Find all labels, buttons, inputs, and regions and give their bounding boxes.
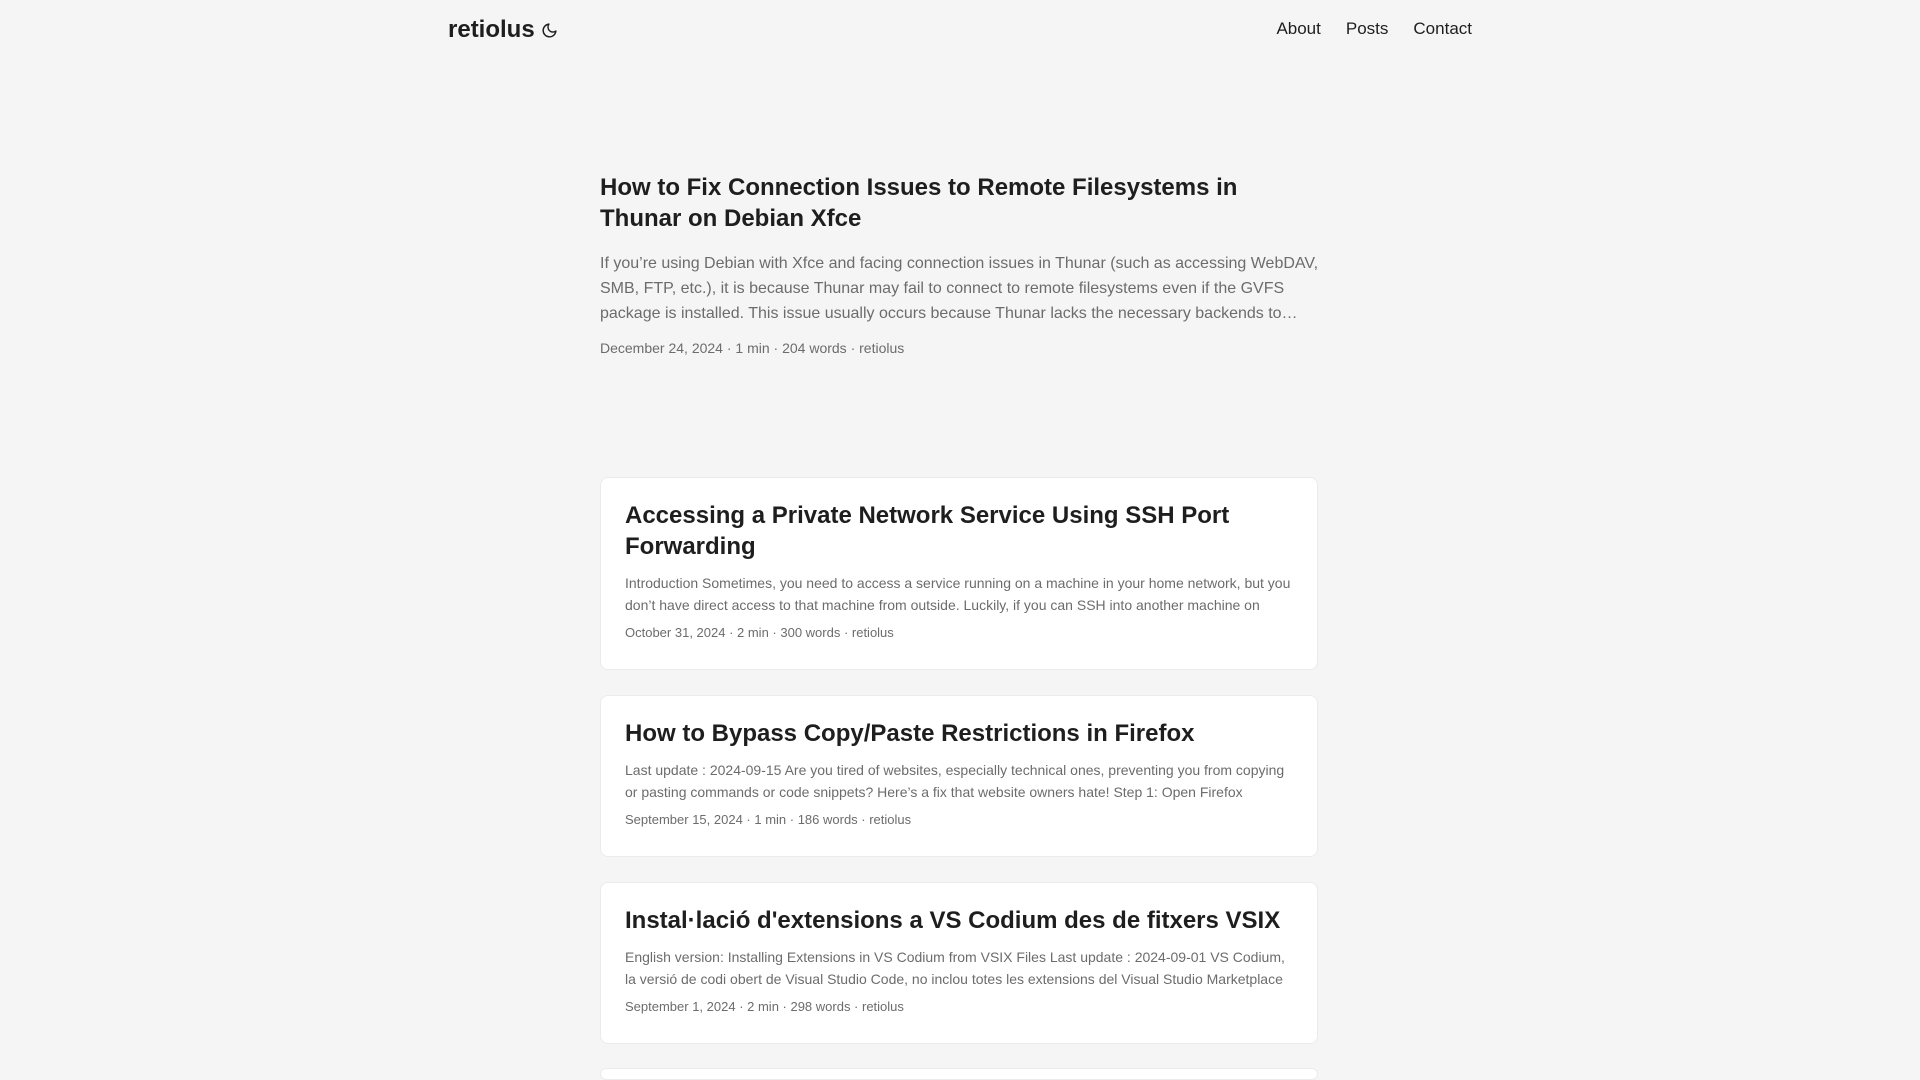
post-card[interactable]: Instal·lació d'extensions a VS Codium de… <box>600 882 1318 1044</box>
post-summary: English version: Installing Extensions i… <box>625 949 1285 987</box>
post-meta: September 15, 2024 · 1 min · 186 words ·… <box>625 812 912 827</box>
site-logo[interactable]: retiolus <box>448 14 535 46</box>
post-card[interactable] <box>600 1068 1318 1080</box>
post-meta: October 31, 2024 · 2 min · 300 words · r… <box>625 625 894 640</box>
nav-contact[interactable]: Contact <box>1413 18 1472 40</box>
post-title[interactable]: How to Bypass Copy/Paste Restrictions in… <box>625 718 1293 749</box>
site-header: retiolus About Posts Contact <box>0 0 1920 60</box>
main-nav: About Posts Contact <box>1276 18 1472 40</box>
nav-posts[interactable]: Posts <box>1346 18 1389 40</box>
moon-icon[interactable] <box>538 19 560 41</box>
post-meta: December 24, 2024 · 1 min · 204 words · … <box>600 340 905 356</box>
post-title[interactable]: Instal·lació d'extensions a VS Codium de… <box>625 905 1293 936</box>
post-title[interactable]: How to Fix Connection Issues to Remote F… <box>600 172 1320 234</box>
nav-about[interactable]: About <box>1276 18 1320 40</box>
post-summary: Last update : 2024-09-15 Are you tired o… <box>625 762 1285 800</box>
post-summary: Introduction Sometimes, you need to acce… <box>625 575 1291 613</box>
post-meta: September 1, 2024 · 2 min · 298 words · … <box>625 999 904 1014</box>
post-card[interactable]: Accessing a Private Network Service Usin… <box>600 477 1318 670</box>
post-title[interactable]: Accessing a Private Network Service Usin… <box>625 500 1293 562</box>
featured-post[interactable]: How to Fix Connection Issues to Remote F… <box>600 172 1320 358</box>
post-summary: If you’re using Debian with Xfce and fac… <box>600 255 1319 322</box>
post-card[interactable]: How to Bypass Copy/Paste Restrictions in… <box>600 695 1318 857</box>
